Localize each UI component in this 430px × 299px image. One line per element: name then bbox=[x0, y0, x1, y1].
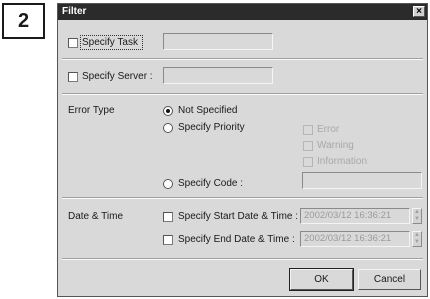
specify-server-checkbox[interactable] bbox=[68, 72, 78, 82]
start-date-label[interactable]: Specify Start Date & Time : bbox=[178, 211, 298, 223]
start-datetime-spinner[interactable]: ▲ ▼ bbox=[412, 208, 422, 224]
dialog-title: Filter bbox=[62, 6, 87, 17]
separator bbox=[62, 93, 423, 95]
cancel-button[interactable]: Cancel bbox=[358, 269, 421, 290]
end-date-checkbox[interactable] bbox=[163, 235, 173, 245]
error-type-heading: Error Type bbox=[68, 105, 115, 116]
separator bbox=[62, 258, 423, 260]
chevron-down-icon[interactable]: ▼ bbox=[413, 216, 421, 223]
specify-code-label[interactable]: Specify Code : bbox=[178, 178, 243, 190]
specify-server-label[interactable]: Specify Server : bbox=[82, 71, 153, 83]
specify-task-label[interactable]: Specify Task bbox=[82, 37, 138, 49]
priority-error-label: Error bbox=[317, 124, 340, 135]
specify-priority-label[interactable]: Specify Priority bbox=[178, 122, 245, 134]
server-input[interactable] bbox=[163, 67, 273, 84]
filter-dialog: Filter × Specify Task Specify Server : E… bbox=[57, 3, 428, 297]
priority-warning-label: Warning bbox=[317, 140, 354, 151]
priority-information-label: Information bbox=[317, 156, 368, 167]
ok-button[interactable]: OK bbox=[289, 268, 354, 291]
end-datetime-spinner[interactable]: ▲ ▼ bbox=[412, 231, 422, 247]
start-datetime-field[interactable]: 2002/03/12 16:36:21 bbox=[300, 208, 410, 224]
specify-code-radio[interactable] bbox=[163, 179, 173, 189]
not-specified-radio[interactable] bbox=[163, 106, 173, 116]
chevron-down-icon[interactable]: ▼ bbox=[413, 239, 421, 246]
specify-priority-radio[interactable] bbox=[163, 123, 173, 133]
date-time-heading: Date & Time bbox=[68, 211, 124, 222]
chevron-up-icon[interactable]: ▲ bbox=[413, 232, 421, 239]
end-datetime-field[interactable]: 2002/03/12 16:36:21 bbox=[300, 231, 410, 247]
priority-information-checkbox[interactable] bbox=[303, 157, 313, 167]
priority-error-checkbox[interactable] bbox=[303, 125, 313, 135]
start-date-checkbox[interactable] bbox=[163, 212, 173, 222]
specify-task-checkbox[interactable] bbox=[68, 38, 78, 48]
separator bbox=[62, 58, 423, 60]
priority-warning-checkbox[interactable] bbox=[303, 141, 313, 151]
separator bbox=[62, 197, 423, 199]
step-number-badge: 2 bbox=[2, 3, 45, 39]
end-date-label[interactable]: Specify End Date & Time : bbox=[178, 234, 295, 246]
dialog-titlebar: Filter × bbox=[58, 4, 427, 20]
radio-selected-dot bbox=[166, 109, 170, 113]
not-specified-label[interactable]: Not Specified bbox=[178, 105, 237, 117]
task-input[interactable] bbox=[163, 33, 273, 50]
error-code-input[interactable] bbox=[302, 172, 422, 189]
chevron-up-icon[interactable]: ▲ bbox=[413, 209, 421, 216]
close-icon[interactable]: × bbox=[413, 6, 425, 17]
